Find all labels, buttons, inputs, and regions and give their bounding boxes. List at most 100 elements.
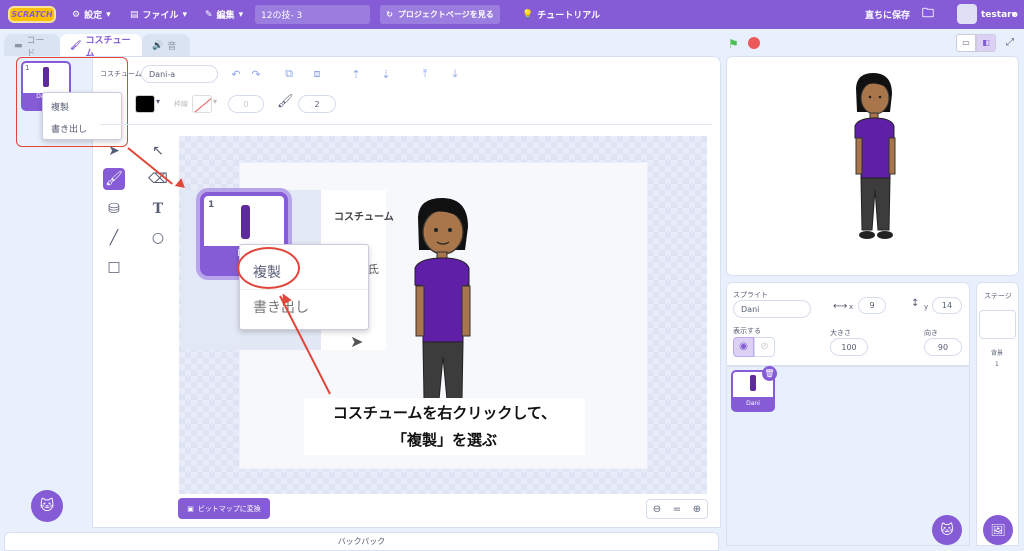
zoom-reset-button[interactable]: = — [673, 504, 681, 515]
zoom-partial-text: 氐 — [368, 263, 379, 276]
globe-gear-icon: ⚙ — [72, 9, 81, 20]
outline-width-input[interactable]: 0 — [228, 95, 264, 113]
size-label: 大きさ — [830, 329, 851, 337]
brush-icon: 🖌 — [70, 40, 82, 51]
tab-costumes-label: コスチューム — [85, 35, 131, 59]
fullscreen-icon[interactable]: ⤢ — [1000, 34, 1020, 52]
cat-plus-icon: 🐱 — [39, 498, 55, 514]
fill-tool-icon[interactable]: ⛁ — [103, 198, 125, 220]
reshape-tool-icon[interactable]: ↖ — [147, 140, 169, 162]
annotation-line-1: コスチュームを右クリックして、 — [332, 404, 557, 422]
refresh-icon: ↻ — [386, 10, 393, 19]
sprite-name: Dani — [733, 397, 773, 410]
caret-down-icon[interactable]: ▾ — [156, 97, 160, 106]
forward-icon[interactable]: ⇡ — [347, 66, 365, 82]
undo-icon[interactable]: ↶ — [227, 66, 245, 82]
select-tool-icon[interactable]: ➤ — [103, 140, 125, 162]
scratch-logo[interactable]: SCRATCH — [8, 6, 56, 23]
show-label: 表示する — [733, 327, 761, 335]
direction-input[interactable]: 90 — [924, 338, 962, 356]
backward-icon[interactable]: ⇣ — [377, 66, 395, 82]
x-input[interactable]: 9 — [858, 297, 886, 314]
back-icon[interactable]: ⤓ — [446, 66, 464, 82]
caret-down-icon: ▾ — [238, 9, 244, 20]
caret-down-icon[interactable]: ▾ — [1012, 0, 1017, 29]
large-stage-icon[interactable]: ◧ — [976, 34, 996, 52]
menu-bar: SCRATCH ⚙ 設定 ▾ ▤ ファイル ▾ ✎ 編集 ▾ 12の技- 3 ↻ プロジェクト… — [0, 0, 1024, 29]
fill-color-swatch[interactable] — [135, 95, 155, 113]
caret-down-icon: ▾ — [106, 9, 111, 20]
edit-label: 編集 — [216, 11, 235, 21]
tab-sounds-label: 音 — [167, 42, 177, 52]
rectangle-tool-icon[interactable]: □ — [103, 256, 125, 278]
sprite-preview — [750, 375, 756, 391]
text-tool-icon[interactable]: T — [147, 198, 169, 220]
file-menu[interactable]: ▤ ファイル ▾ — [130, 0, 187, 29]
brush-size-input[interactable]: 2 — [298, 95, 336, 113]
zoom-costume-number: 1 — [208, 200, 215, 210]
backdrops-label: 背景 — [991, 350, 1004, 357]
brush-tool-icon[interactable]: 🖌 — [103, 168, 125, 190]
group-icon[interactable]: ⧉ — [280, 66, 298, 82]
avatar[interactable] — [957, 4, 977, 24]
folder-icon[interactable]: 🗀 — [922, 0, 934, 29]
zoom-costume-preview — [241, 205, 250, 239]
costume-name-input[interactable]: Dani-a — [141, 65, 218, 83]
caret-down-icon[interactable]: ▾ — [213, 97, 217, 106]
character-dani-canvas — [414, 198, 471, 401]
backdrop-thumbnail[interactable] — [979, 310, 1016, 339]
outline-label: 枠線 — [174, 100, 188, 108]
edit-menu[interactable]: ✎ 編集 ▾ — [205, 0, 243, 29]
cat-plus-icon: 🐱 — [940, 522, 954, 538]
trash-icon[interactable]: 🗑 — [762, 366, 777, 381]
x-arrows-icon: ⟷ — [833, 301, 848, 312]
save-now-button[interactable]: 直ちに保存 — [865, 0, 910, 29]
project-title-input[interactable]: 12の技- 3 — [255, 5, 370, 24]
settings-label: 設定 — [84, 11, 103, 21]
y-arrows-icon: ↕ — [911, 298, 920, 309]
choose-backdrop-button[interactable]: 🖼 — [983, 515, 1013, 545]
size-input[interactable]: 100 — [830, 338, 868, 356]
sprite-name-input[interactable]: Dani — [733, 300, 811, 318]
see-project-button[interactable]: ↻ プロジェクトページを見る — [380, 5, 500, 24]
menu-divider — [240, 289, 368, 290]
tab-code-label: コード — [26, 35, 45, 59]
code-icon: ▬ — [14, 40, 23, 51]
tab-code[interactable]: ▬ コード — [4, 34, 60, 59]
ungroup-icon[interactable]: ⧈ — [308, 66, 326, 82]
outline-color-swatch[interactable] — [192, 95, 212, 113]
y-input[interactable]: 14 — [932, 297, 962, 314]
zoom-out-icon[interactable]: ⊖ — [653, 504, 661, 515]
choose-costume-button[interactable]: 🐱 — [31, 490, 63, 522]
green-flag-icon[interactable]: ⚑ — [728, 37, 739, 51]
redo-icon[interactable]: ↷ — [247, 66, 265, 82]
direction-label: 向き — [924, 329, 938, 337]
circle-tool-icon[interactable]: ○ — [147, 227, 169, 249]
tab-costumes[interactable]: 🖌 コスチューム — [60, 34, 142, 59]
backpack-bar[interactable]: バックパック — [4, 532, 719, 551]
front-icon[interactable]: ⤒ — [416, 66, 434, 82]
tab-sounds[interactable]: 🔊 音 — [142, 34, 190, 57]
toolbar-divider — [100, 124, 712, 125]
sprite-label: スプライト — [733, 291, 768, 299]
show-visible-eye-icon[interactable]: ◉ — [733, 337, 754, 357]
pencil-icon: ✎ — [205, 9, 213, 20]
show-hidden-eye-icon[interactable]: ⊘ — [754, 337, 775, 357]
speaker-icon: 🔊 — [152, 40, 164, 51]
x-label: x — [849, 303, 854, 311]
tutorials-label: チュートリアル — [537, 11, 601, 21]
lightbulb-icon: 💡 — [522, 9, 534, 20]
zoom-in-icon[interactable]: ⊕ — [693, 504, 701, 515]
see-project-label: プロジェクトページを見る — [397, 10, 494, 19]
choose-sprite-button[interactable]: 🐱 — [932, 515, 962, 545]
convert-bitmap-button[interactable]: ▣ ビットマップに変換 — [178, 498, 270, 519]
stage-title: ステージ — [984, 292, 1012, 300]
costume-name-label: コスチューム — [100, 70, 142, 78]
line-tool-icon[interactable]: ╱ — [103, 227, 125, 249]
stop-icon[interactable] — [748, 37, 760, 49]
tutorials-button[interactable]: 💡 チュートリアル — [522, 0, 600, 29]
zoom-costume-label: コスチューム — [334, 212, 394, 223]
settings-menu[interactable]: ⚙ 設定 ▾ — [72, 0, 111, 29]
small-stage-icon[interactable]: ▭ — [956, 34, 976, 52]
backdrop-count: 1 — [995, 361, 999, 368]
